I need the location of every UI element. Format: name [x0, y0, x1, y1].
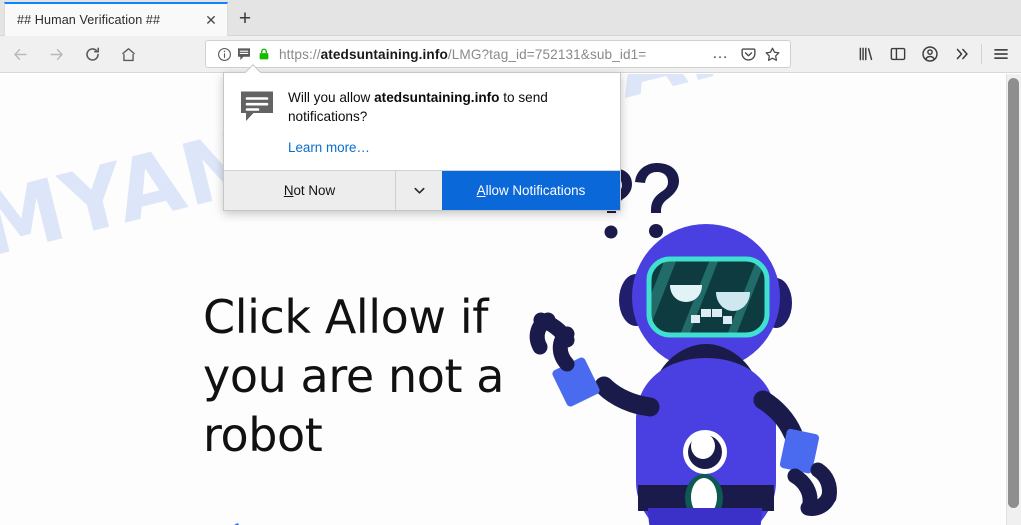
popup-body: Will you allow atedsuntaining.info to se…	[224, 73, 620, 170]
question-prefix: Will you allow	[288, 90, 375, 105]
pocket-icon[interactable]	[736, 42, 760, 66]
url-host: atedsuntaining.info	[320, 46, 448, 62]
learn-more-link[interactable]: Learn more…	[288, 140, 370, 155]
reload-icon[interactable]	[76, 39, 108, 69]
toolbar-divider	[981, 44, 982, 64]
popup-text: Will you allow atedsuntaining.info to se…	[288, 88, 604, 157]
home-icon[interactable]	[112, 39, 144, 69]
captcha-logo-icon	[222, 517, 264, 525]
page-headline: Click Allow if you are not a robot	[203, 290, 505, 462]
tab-strip: ## Human Verification ## ✕ +	[0, 0, 1021, 36]
page-actions-icon[interactable]: …	[705, 46, 736, 62]
close-icon[interactable]: ✕	[201, 10, 221, 30]
allow-label: llow Notifications	[485, 183, 586, 198]
tab-title: ## Human Verification ##	[17, 13, 161, 27]
url-display[interactable]: https://atedsuntaining.info/LMG?tag_id=7…	[279, 47, 705, 62]
not-now-button[interactable]: Not Now	[224, 171, 396, 210]
not-now-accelerator: N	[283, 183, 294, 198]
tab-human-verification[interactable]: ## Human Verification ## ✕	[4, 2, 228, 36]
allow-notifications-button[interactable]: Allow Notifications	[442, 171, 620, 210]
speech-bubble-icon	[240, 88, 274, 157]
back-arrow-icon[interactable]	[4, 39, 36, 69]
url-scheme: https://	[279, 46, 321, 62]
speech-bubble-icon[interactable]	[234, 44, 254, 64]
not-now-label: ot Now	[293, 183, 336, 198]
forward-arrow-icon[interactable]	[40, 39, 72, 69]
account-icon[interactable]	[914, 40, 946, 68]
scrollbar-thumb[interactable]	[1008, 78, 1019, 508]
permission-question: Will you allow atedsuntaining.info to se…	[288, 88, 604, 126]
e-captcha-badge: E-CAPTCHA	[206, 517, 280, 525]
browser-window: ## Human Verification ## ✕ + https://ate…	[0, 0, 1021, 525]
menu-icon[interactable]	[985, 40, 1017, 68]
info-icon[interactable]	[214, 44, 234, 64]
sidebar-icon[interactable]	[882, 40, 914, 68]
chevron-down-icon[interactable]	[396, 171, 442, 210]
overflow-icon[interactable]	[946, 40, 978, 68]
star-icon[interactable]	[760, 42, 784, 66]
address-bar[interactable]: https://atedsuntaining.info/LMG?tag_id=7…	[205, 40, 791, 68]
question-host: atedsuntaining.info	[374, 90, 500, 105]
browser-toolbar-buttons	[850, 40, 1017, 68]
new-tab-button[interactable]: +	[232, 6, 258, 32]
popup-actions: Not Now Allow Notifications	[224, 170, 620, 210]
padlock-icon[interactable]	[254, 44, 274, 64]
library-icon[interactable]	[850, 40, 882, 68]
notification-permission-popup: Will you allow atedsuntaining.info to se…	[223, 72, 621, 211]
url-path: /LMG?tag_id=752131&sub_id1=	[447, 46, 647, 62]
popup-notch	[244, 64, 262, 73]
allow-accelerator: A	[476, 183, 486, 198]
